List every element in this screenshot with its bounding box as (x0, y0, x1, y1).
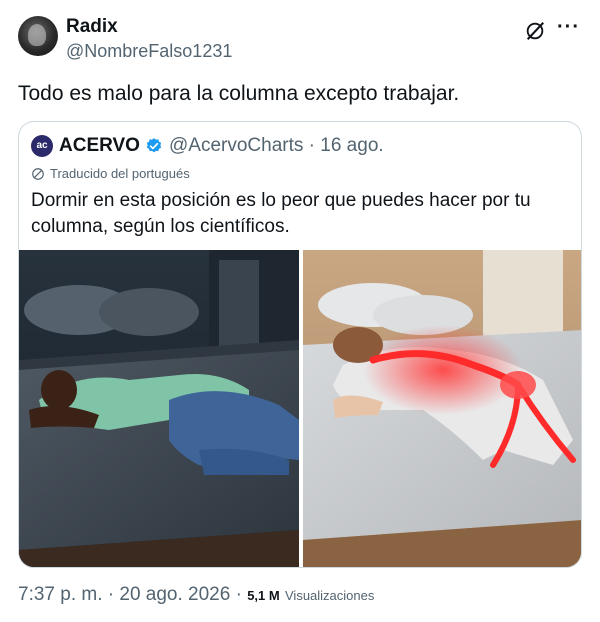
grok-icon[interactable] (524, 20, 546, 42)
views-label: Visualizaciones (285, 588, 375, 603)
quoted-handle-date[interactable]: @AcervoCharts · 16 ago. (169, 135, 384, 157)
author-handle[interactable]: @NombreFalso1231 (66, 41, 232, 62)
more-icon[interactable]: ··· (557, 17, 580, 37)
verified-badge-icon (146, 138, 162, 153)
quoted-avatar[interactable]: ac (31, 135, 53, 157)
media-photo-woman-spine-highlight[interactable] (303, 250, 581, 567)
quoted-text: Dormir en esta posición es lo peor que p… (31, 190, 531, 237)
quoted-header: ac ACERVO @AcervoCharts · 16 ago. (31, 134, 571, 158)
tweet-text: Todo es malo para la columna excepto tra… (18, 82, 460, 105)
timestamp[interactable]: 7:37 p. m. · 20 ago. 2026 · (18, 584, 242, 605)
author-avatar[interactable] (18, 16, 58, 56)
tweet-meta: 7:37 p. m. · 20 ago. 2026 · 5,1 M Visual… (18, 584, 582, 606)
author-name[interactable]: Radix (66, 16, 118, 38)
translated-label[interactable]: Traducido del portugués (31, 166, 190, 182)
translated-text: Traducido del portugués (50, 166, 190, 181)
quoted-name[interactable]: ACERVO (59, 135, 140, 157)
media-photo-man-sleeping[interactable] (19, 250, 299, 567)
quoted-media[interactable] (19, 250, 581, 567)
tweet-header: Radix @NombreFalso1231 ··· (18, 14, 582, 66)
globe-icon (32, 168, 44, 180)
quoted-tweet[interactable]: ac ACERVO @AcervoCharts · 16 ago. Traduc… (18, 121, 582, 568)
views-count: 5,1 M (247, 588, 280, 603)
